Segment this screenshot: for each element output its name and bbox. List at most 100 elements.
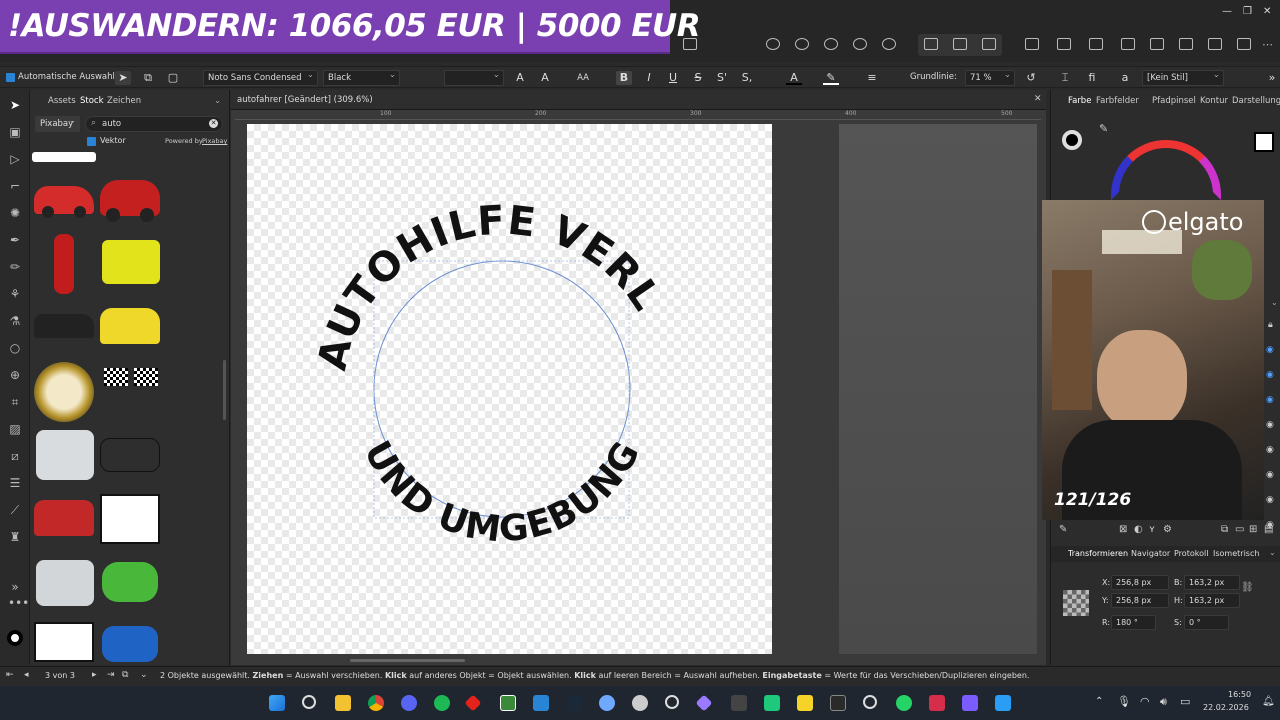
whatsapp-icon[interactable] <box>896 695 912 711</box>
transform-menu-icon[interactable]: ⌄ <box>1269 548 1276 557</box>
move-tool-icon[interactable]: ➤ <box>8 98 22 112</box>
audio-app-icon[interactable] <box>731 695 747 711</box>
visibility-eye-icon[interactable]: ◉ <box>1266 370 1274 380</box>
fx-icon[interactable]: ʏ <box>1149 524 1155 535</box>
pencil-tool-icon[interactable]: ✏ <box>8 260 22 274</box>
last-page-icon[interactable]: ⇥ <box>107 670 115 680</box>
expand-tools-icon[interactable]: » <box>8 580 22 594</box>
highlight-color-icon[interactable]: ✎ <box>823 71 839 85</box>
artboard-tool-icon[interactable]: ▣ <box>8 125 22 139</box>
pixabay-link[interactable]: Pixabay <box>202 137 227 145</box>
more-icon[interactable]: ⋯ <box>1262 38 1276 51</box>
stock-thumb[interactable] <box>32 168 96 230</box>
fill-tool-icon[interactable]: ⚗ <box>8 314 22 328</box>
tab-zeichen[interactable]: Zeichen <box>107 96 141 106</box>
affinity-designer-icon[interactable] <box>500 695 516 711</box>
italic-button[interactable]: I <box>641 71 657 85</box>
auto-select-checkbox[interactable] <box>6 73 15 82</box>
tab-protokoll[interactable]: Protokoll <box>1174 549 1208 558</box>
app-icon[interactable] <box>995 695 1011 711</box>
arc-text-bottom[interactable]: UND UMGEBUNG <box>356 434 649 550</box>
tab-assets[interactable]: Assets <box>48 96 76 106</box>
overflow-icon[interactable]: » <box>1264 71 1280 85</box>
stock-thumb[interactable] <box>98 552 162 614</box>
obs-icon[interactable] <box>632 695 648 711</box>
ungroup-icon[interactable] <box>1208 38 1222 50</box>
strike-button[interactable]: S <box>690 71 706 85</box>
app-icon[interactable] <box>929 695 945 711</box>
stock-thumb[interactable] <box>32 552 96 614</box>
layers-expand-icon[interactable]: ⌄ <box>1271 298 1278 307</box>
text-frame-tool-icon[interactable]: ☰ <box>8 476 22 490</box>
case-button[interactable]: AA <box>572 71 594 85</box>
image-tool-icon[interactable]: ▨ <box>8 422 22 436</box>
stock-thumb[interactable] <box>98 488 162 550</box>
panel-scrollbar[interactable] <box>223 360 226 420</box>
anchor-point-selector[interactable] <box>1063 590 1089 616</box>
text-color-icon[interactable]: A <box>786 71 802 85</box>
transparency-tool-icon[interactable]: ⧄ <box>8 449 22 463</box>
order-back-icon[interactable] <box>1150 38 1164 50</box>
tab-kontur[interactable]: Kontur <box>1200 96 1228 106</box>
boolean-xor-icon[interactable] <box>853 38 867 50</box>
canvas-horizontal-scrollbar[interactable] <box>350 659 465 662</box>
visibility-eye-icon[interactable]: ◉ <box>1266 495 1274 505</box>
baseline-reset-icon[interactable]: ↺ <box>1023 71 1039 85</box>
chatgpt-icon[interactable] <box>863 695 877 709</box>
more-tools-icon[interactable]: ••• <box>8 596 29 610</box>
tab-transformieren[interactable]: Transformieren <box>1068 549 1128 558</box>
visibility-eye-icon[interactable]: ◉ <box>1266 445 1274 455</box>
stock-thumb[interactable] <box>98 360 162 422</box>
flip-icon[interactable] <box>1089 38 1103 50</box>
battery-icon[interactable]: ▭ <box>1180 695 1190 708</box>
visibility-eye-icon[interactable]: ◉ <box>1266 420 1274 430</box>
point-transform-icon[interactable]: ✺ <box>8 206 22 220</box>
bold-button[interactable]: B <box>616 71 632 85</box>
visibility-eye-icon[interactable]: ◉ <box>1266 345 1274 355</box>
wifi-icon[interactable]: ◠ <box>1140 695 1150 708</box>
tab-navigator[interactable]: Navigator <box>1131 549 1170 558</box>
zoom-tool-icon[interactable]: ⊕ <box>8 368 22 382</box>
lock-icon[interactable]: 🔒︎ <box>1268 320 1273 330</box>
tab-darstellung[interactable]: Darstellung <box>1232 96 1280 106</box>
font-family-select[interactable]: Noto Sans Condensed <box>203 70 318 86</box>
search-taskbar-icon[interactable] <box>302 695 316 709</box>
mask-icon[interactable]: ⊠ <box>1119 524 1127 535</box>
search-field[interactable]: ⌕ auto ✕ <box>85 116 223 132</box>
bar-chart-icon[interactable] <box>683 38 697 50</box>
ligature-icon[interactable]: ﬁ <box>1084 71 1100 85</box>
tab-isometrisch[interactable]: Isometrisch <box>1213 549 1259 558</box>
select-mode-2-icon[interactable]: ⧉ <box>140 71 156 85</box>
stock-thumb[interactable] <box>32 424 96 486</box>
prev-page-icon[interactable]: ◂ <box>24 670 29 680</box>
underline-button[interactable]: U <box>665 71 681 85</box>
app-icon[interactable] <box>665 695 679 709</box>
shear-field[interactable]: 0 ° <box>1184 615 1229 630</box>
w-field[interactable]: 163,2 px <box>1184 575 1240 590</box>
tray-chevron-icon[interactable]: ⌃ <box>1095 696 1103 707</box>
crop-tool-icon[interactable]: ⌗ <box>8 395 22 409</box>
next-page-icon[interactable]: ▸ <box>92 670 97 680</box>
arrange-icon[interactable] <box>1025 38 1039 50</box>
stock-thumb[interactable] <box>32 232 96 294</box>
snap-icon[interactable] <box>924 38 938 50</box>
stock-thumb[interactable] <box>98 424 162 486</box>
edit-layer-icon[interactable]: ✎ <box>1059 524 1067 535</box>
visibility-eye-icon[interactable]: ◉ <box>1266 470 1274 480</box>
stock-thumb[interactable] <box>32 360 96 422</box>
link-ratio-icon[interactable]: ⛓ <box>1241 582 1254 593</box>
decrease-size-icon[interactable]: A <box>537 71 553 85</box>
select-mode-icon[interactable]: ➤ <box>115 71 131 85</box>
tab-farbe[interactable]: Farbe <box>1068 96 1091 106</box>
document-title[interactable]: autofahrer [Geändert] (309.6%) <box>237 95 373 105</box>
h-field[interactable]: 163,2 px <box>1184 593 1240 608</box>
panel-menu-icon[interactable]: ⌄ <box>214 96 221 106</box>
stock-thumb[interactable] <box>98 232 162 294</box>
app-icon[interactable] <box>599 695 615 711</box>
steam-icon[interactable] <box>566 695 582 711</box>
source-select[interactable]: Pixabay <box>35 116 80 132</box>
knife-tool-icon[interactable]: ⟋ <box>8 503 22 517</box>
first-page-icon[interactable]: ⇤ <box>6 670 14 680</box>
start-menu-icon[interactable] <box>269 695 285 711</box>
frame-icon[interactable]: ⌶ <box>1057 71 1073 85</box>
